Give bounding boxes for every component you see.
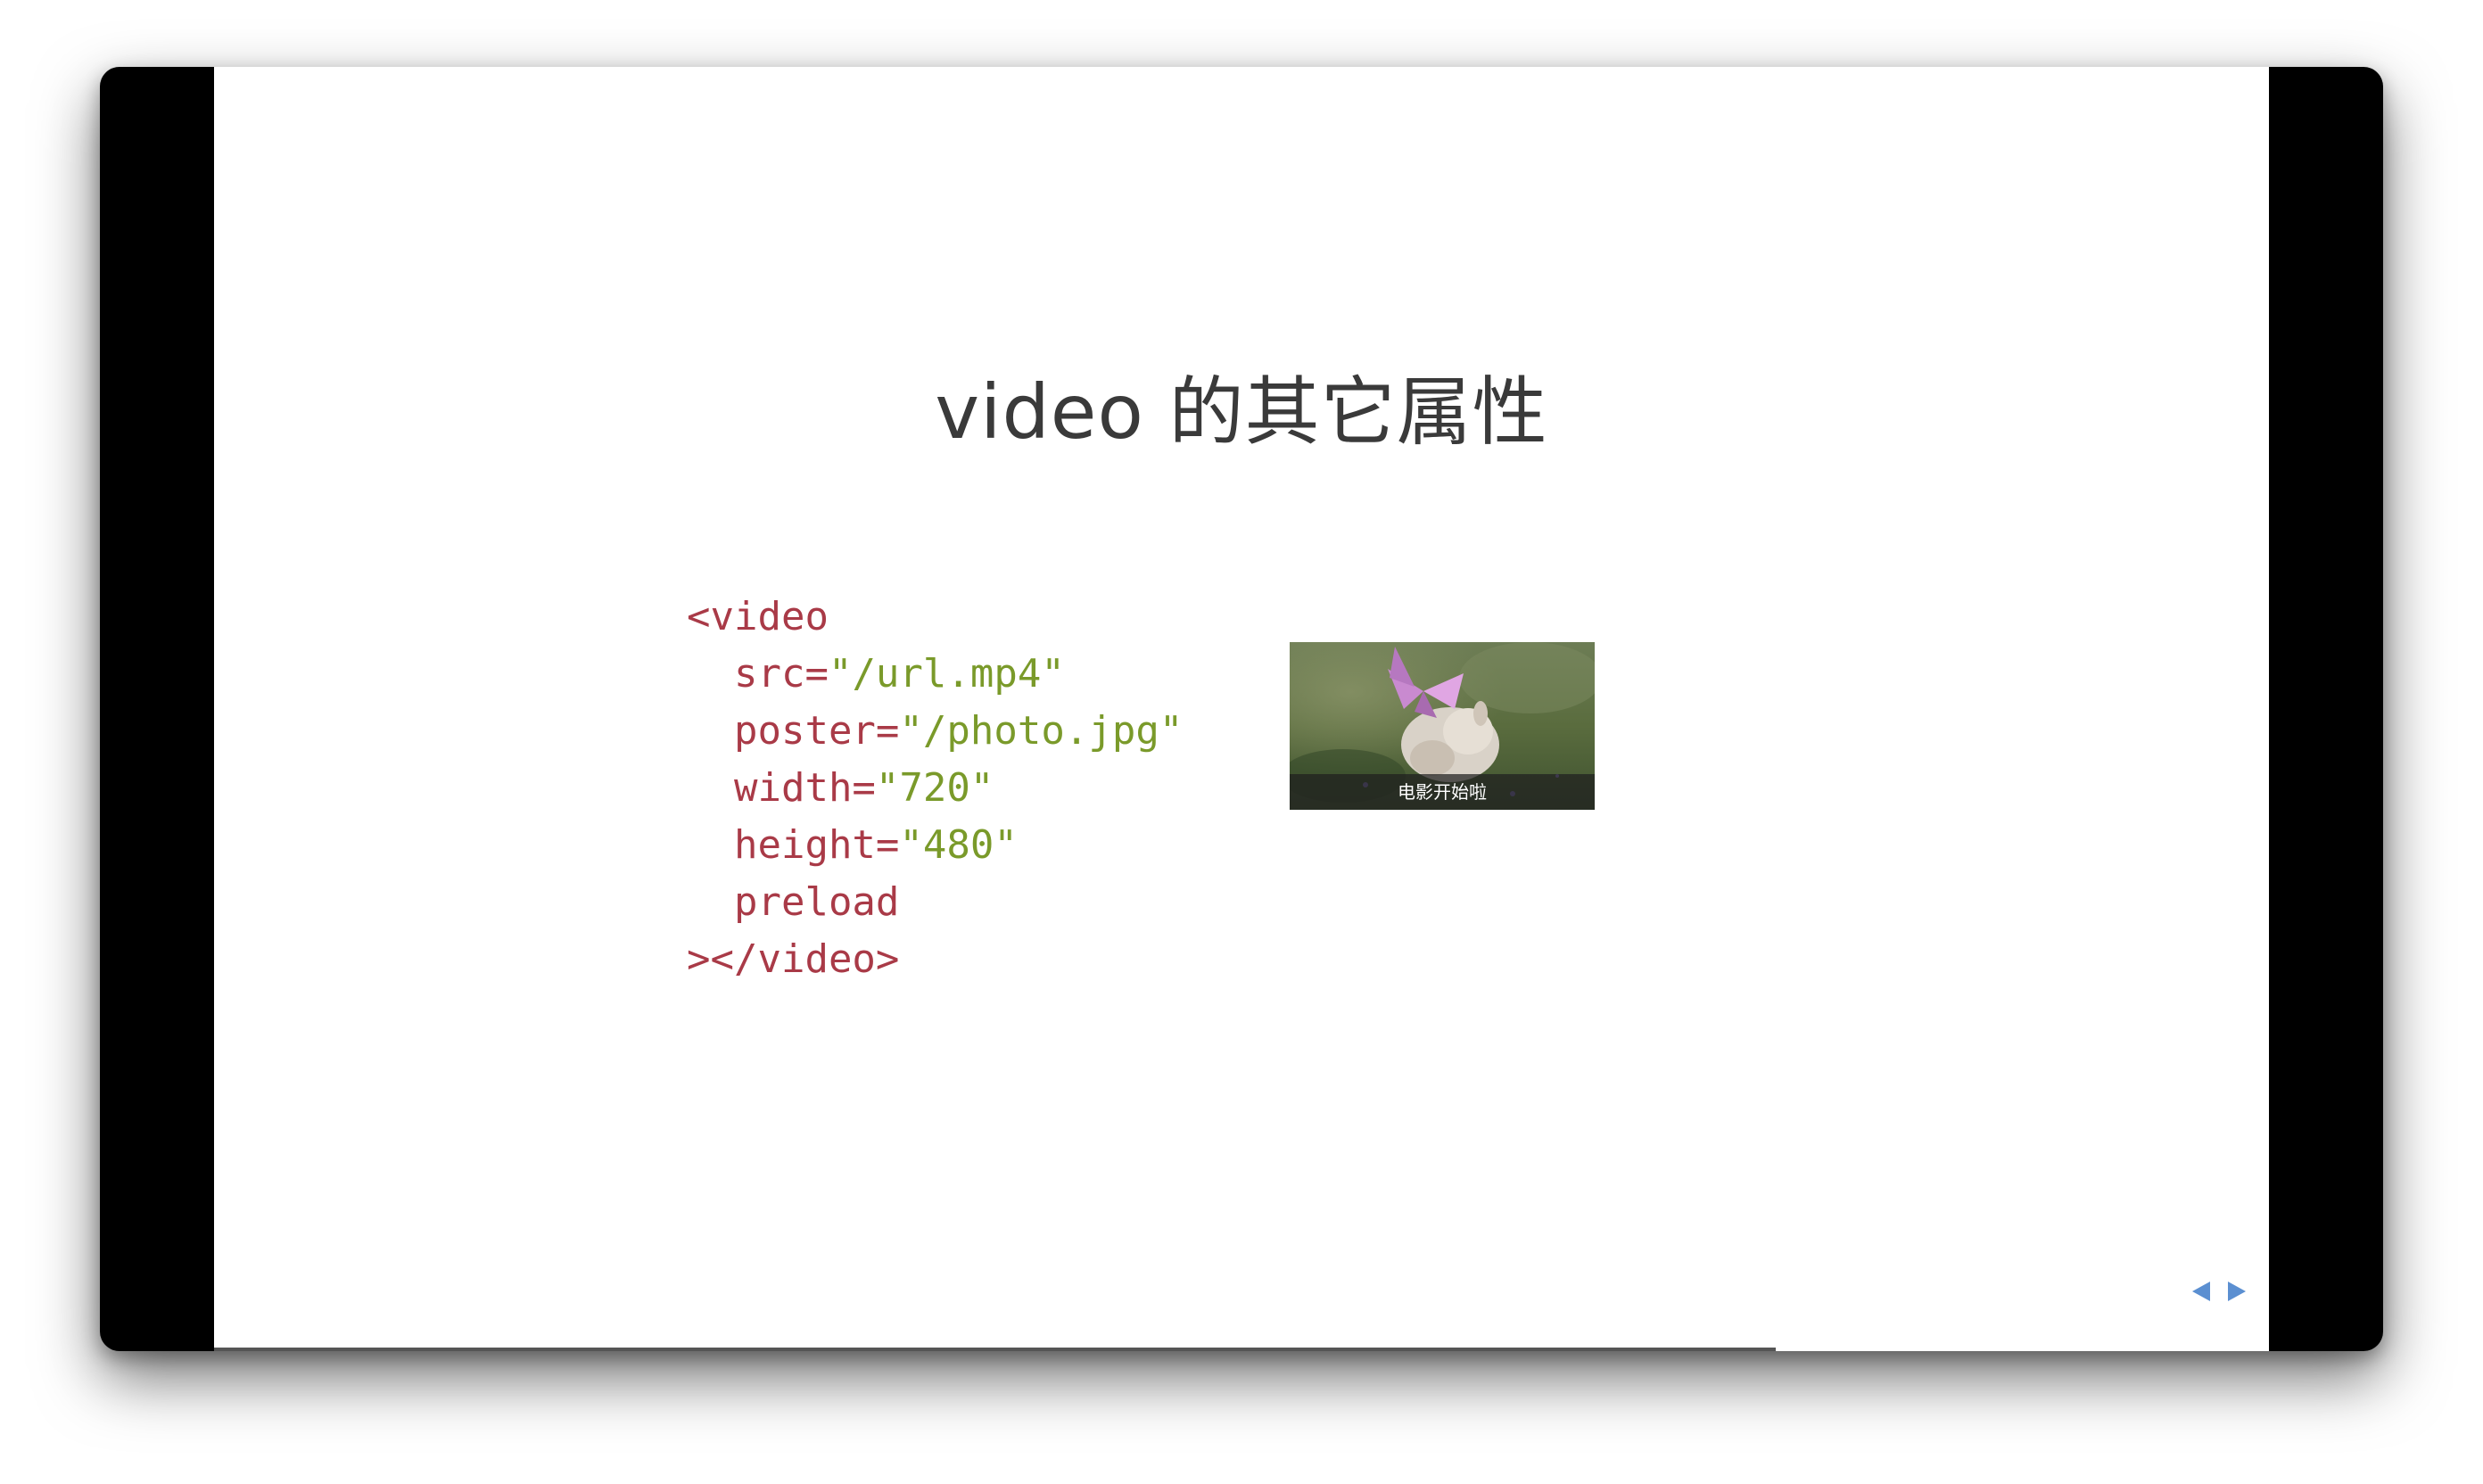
code-line-preload: preload [687, 879, 900, 925]
slide-title: video 的其它属性 [935, 368, 1548, 456]
presentation-window: video 的其它属性 <video src="/url.mp4" poster… [100, 67, 2383, 1351]
code-value-poster: "/photo.jpg" [899, 708, 1184, 754]
code-value-width: "720" [875, 765, 994, 811]
code-line-src: src="/url.mp4" [687, 646, 1183, 703]
code-line-close-tag: ></video> [687, 936, 900, 982]
slide: video 的其它属性 <video src="/url.mp4" poster… [214, 67, 2269, 1351]
code-value-height: "480" [899, 822, 1018, 868]
code-attr-width: width= [687, 765, 876, 811]
code-block: <video src="/url.mp4" poster="/photo.jpg… [687, 589, 1183, 988]
code-line-height: height="480" [687, 817, 1183, 874]
code-attr-height: height= [687, 822, 900, 868]
code-line-open-tag: <video [687, 594, 829, 639]
code-line-width: width="720" [687, 760, 1183, 817]
slide-navigation [2192, 1282, 2246, 1301]
code-attr-src: src= [687, 651, 829, 697]
code-value-src: "/url.mp4" [828, 651, 1065, 697]
triangle-right-icon[interactable] [2228, 1282, 2246, 1301]
code-attr-poster: poster= [687, 708, 900, 754]
code-line-poster: poster="/photo.jpg" [687, 703, 1183, 760]
video-subtitle: 电影开始啦 [1290, 774, 1595, 810]
slide-progress-bar [214, 1348, 1777, 1351]
video-preview[interactable]: 电影开始啦 [1290, 642, 1595, 810]
triangle-left-icon[interactable] [2192, 1282, 2210, 1301]
